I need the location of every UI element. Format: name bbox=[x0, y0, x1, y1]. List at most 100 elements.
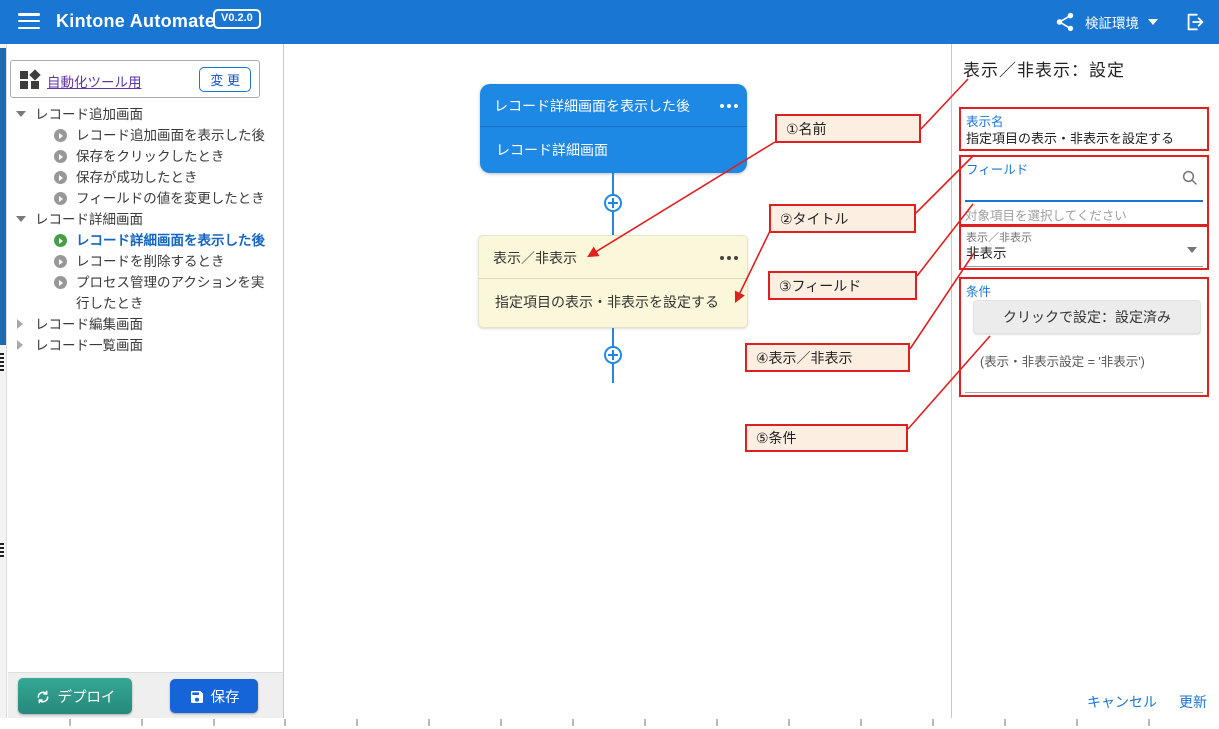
share-icon[interactable] bbox=[1054, 11, 1076, 33]
sidebar-item-add-shown[interactable]: レコード追加画面を表示した後 bbox=[8, 125, 278, 146]
save-button-label: 保存 bbox=[211, 690, 240, 706]
visibility-underline bbox=[965, 266, 1203, 267]
sidebar-group-record-add[interactable]: レコード追加画面 bbox=[8, 104, 278, 125]
grid-tick bbox=[284, 719, 286, 726]
dropdown-caret-icon[interactable] bbox=[1187, 247, 1197, 253]
more-options-icon[interactable] bbox=[727, 256, 731, 260]
field-picker[interactable]: フィールド 対象項目を選択してください bbox=[959, 155, 1209, 226]
tree-item-label: レコード詳細画面を表示した後 bbox=[76, 233, 265, 248]
grid-tick bbox=[644, 719, 646, 726]
event-tree: レコード追加画面 レコード追加画面を表示した後 保存をクリックしたとき 保存が成… bbox=[8, 104, 278, 356]
chevron-down-icon[interactable] bbox=[16, 216, 26, 222]
settings-panel: 表示／非表示：設定 表示名 指定項目の表示・非表示を設定する フィールド 対象項… bbox=[951, 44, 1219, 718]
sidebar: 自動化ツール用 変 更 レコード追加画面 レコード追加画面を表示した後 保存をク… bbox=[8, 44, 284, 718]
play-icon bbox=[54, 192, 67, 205]
field-input-underline[interactable] bbox=[965, 200, 1203, 202]
condition-section: 条件 クリックで設定：設定済み (表示・非表示設定 = '非表示') bbox=[959, 277, 1209, 397]
tree-group-label: レコード詳細画面 bbox=[35, 212, 143, 227]
app-title: Kintone Automate bbox=[56, 11, 215, 32]
play-icon bbox=[54, 171, 67, 184]
action-node-header[interactable]: 表示／非表示 bbox=[479, 236, 747, 279]
condition-expression: (表示・非表示設定 = '非表示') bbox=[980, 351, 1145, 370]
trigger-node-title: レコード詳細画面を表示した後 bbox=[494, 96, 690, 116]
deploy-button[interactable]: デプロイ bbox=[18, 678, 132, 714]
action-node-title: 表示／非表示 bbox=[493, 248, 577, 268]
sidebar-item-save-success[interactable]: 保存が成功したとき bbox=[8, 167, 278, 188]
cancel-button[interactable]: キャンセル bbox=[1087, 694, 1157, 710]
tree-item-label: レコード追加画面を表示した後 bbox=[76, 128, 265, 143]
chevron-right-icon[interactable] bbox=[17, 319, 23, 329]
play-icon bbox=[54, 129, 67, 142]
grid-tick bbox=[428, 719, 430, 726]
sidebar-footer: デプロイ 保存 bbox=[8, 672, 283, 718]
annotation-name: ①名前 bbox=[775, 114, 921, 143]
trigger-node-header[interactable]: レコード詳細画面を表示した後 bbox=[480, 84, 747, 127]
logout-icon[interactable] bbox=[1184, 11, 1206, 33]
display-name-value[interactable]: 指定項目の表示・非表示を設定する bbox=[966, 128, 1174, 147]
sidebar-item-record-delete[interactable]: レコードを削除するとき bbox=[8, 251, 278, 272]
grid-tick bbox=[1076, 719, 1078, 726]
grid-tick bbox=[1148, 719, 1150, 726]
sidebar-group-record-detail[interactable]: レコード詳細画面 bbox=[8, 209, 278, 230]
panel-actions: キャンセル 更新 bbox=[1087, 692, 1207, 712]
tree-group-label: レコード編集画面 bbox=[35, 317, 143, 332]
action-node[interactable]: 表示／非表示 指定項目の表示・非表示を設定する bbox=[478, 235, 748, 328]
sidebar-item-detail-shown[interactable]: レコード詳細画面を表示した後 bbox=[8, 230, 278, 251]
grid-tick bbox=[860, 719, 862, 726]
play-icon bbox=[54, 276, 67, 289]
chevron-down-icon[interactable] bbox=[1148, 19, 1158, 25]
trigger-node[interactable]: レコード詳細画面を表示した後 レコード詳細画面 bbox=[480, 84, 747, 173]
visibility-value[interactable]: 非表示 bbox=[966, 242, 1007, 262]
field-label: フィールド bbox=[966, 159, 1028, 178]
play-icon bbox=[54, 234, 67, 247]
play-icon bbox=[54, 255, 67, 268]
tree-item-label: 保存をクリックしたとき bbox=[76, 149, 225, 164]
condition-divider bbox=[965, 392, 1203, 393]
add-step-icon[interactable] bbox=[604, 346, 622, 364]
condition-set-button[interactable]: クリックで設定：設定済み bbox=[973, 300, 1201, 334]
grid-tick bbox=[141, 719, 143, 726]
left-scrollbar[interactable] bbox=[0, 44, 7, 718]
annotation-visibility: ④表示／非表示 bbox=[745, 343, 910, 372]
grid-tick bbox=[356, 719, 358, 726]
environment-selector[interactable]: 検証環境 bbox=[1085, 12, 1139, 32]
annotation-title: ②タイトル bbox=[769, 204, 916, 233]
hamburger-menu-icon[interactable] bbox=[18, 13, 40, 30]
field-placeholder-text: 対象項目を選択してください bbox=[965, 205, 1127, 224]
sidebar-group-record-list[interactable]: レコード一覧画面 bbox=[8, 335, 278, 356]
sidebar-item-save-clicked[interactable]: 保存をクリックしたとき bbox=[8, 146, 278, 167]
sidebar-group-record-edit[interactable]: レコード編集画面 bbox=[8, 314, 278, 335]
kintone-automate-window: Kintone Automate V0.2.0 検証環境 自動化ツール用 変 更… bbox=[0, 0, 1219, 729]
search-icon[interactable] bbox=[1181, 169, 1199, 187]
grid-tick bbox=[1004, 719, 1006, 726]
grid-tick bbox=[788, 719, 790, 726]
display-name-field[interactable]: 表示名 指定項目の表示・非表示を設定する bbox=[959, 107, 1209, 151]
action-node-subtitle: 指定項目の表示・非表示を設定する bbox=[495, 292, 719, 312]
grid-tick bbox=[500, 719, 502, 726]
trigger-node-subtitle: レコード詳細画面 bbox=[496, 140, 608, 160]
version-badge: V0.2.0 bbox=[213, 9, 261, 29]
panel-title: 表示／非表示：設定 bbox=[963, 56, 1125, 81]
grid-tick bbox=[716, 719, 718, 726]
tree-item-label: プロセス管理のアクションを実行したとき bbox=[76, 275, 264, 311]
play-icon bbox=[54, 150, 67, 163]
tree-item-label: レコードを削除するとき bbox=[76, 254, 225, 269]
add-step-icon[interactable] bbox=[604, 194, 622, 212]
grid-tick bbox=[932, 719, 934, 726]
update-button[interactable]: 更新 bbox=[1179, 694, 1207, 710]
sidebar-item-field-changed[interactable]: フィールドの値を変更したとき bbox=[8, 188, 278, 209]
save-button[interactable]: 保存 bbox=[170, 679, 258, 713]
chevron-right-icon[interactable] bbox=[17, 340, 23, 350]
sidebar-item-process-action[interactable]: プロセス管理のアクションを実行したとき bbox=[8, 272, 278, 314]
app-icon bbox=[20, 70, 40, 90]
flow-canvas[interactable]: レコード詳細画面を表示した後 レコード詳細画面 表示／非表示 指定項目の表示・非… bbox=[284, 44, 951, 718]
edge-tick bbox=[0, 543, 4, 557]
tree-item-label: フィールドの値を変更したとき bbox=[76, 191, 265, 206]
header-bar: Kintone Automate V0.2.0 検証環境 bbox=[0, 0, 1219, 44]
scrollbar-thumb[interactable] bbox=[0, 48, 6, 345]
more-options-icon[interactable] bbox=[727, 104, 731, 108]
app-name-link[interactable]: 自動化ツール用 bbox=[47, 71, 142, 91]
change-app-button[interactable]: 変 更 bbox=[199, 67, 251, 92]
chevron-down-icon[interactable] bbox=[16, 111, 26, 117]
visibility-dropdown[interactable]: 表示／非表示 非表示 bbox=[959, 225, 1209, 270]
